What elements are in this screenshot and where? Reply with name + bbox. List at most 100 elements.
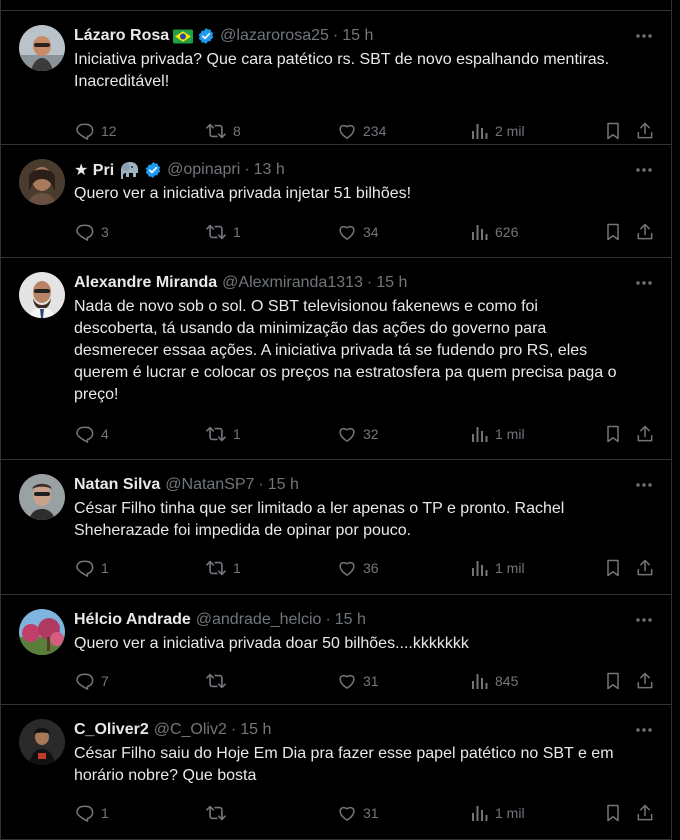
retweet-icon	[206, 673, 226, 689]
like-button[interactable]: 34	[337, 220, 379, 244]
author-name[interactable]: Alexandre Miranda	[74, 274, 217, 292]
bookmark-icon	[607, 223, 619, 241]
more-options-icon[interactable]	[631, 717, 657, 743]
tweet-header: C_Oliver2 @C_Oliv2 · 15 h	[74, 719, 657, 741]
timeline-border-right	[671, 0, 672, 840]
retweet-button[interactable]: 8	[205, 119, 241, 143]
views-button[interactable]: 626	[471, 220, 518, 244]
more-options-icon[interactable]	[631, 23, 657, 49]
share-button[interactable]	[635, 119, 655, 143]
tweet[interactable]: Hélcio Andrade @andrade_helcio · 15 h Qu…	[1, 595, 671, 705]
reply-button[interactable]: 4	[75, 422, 109, 446]
views-chart-icon	[472, 124, 488, 139]
retweet-button[interactable]: 1	[205, 422, 241, 446]
heart-icon	[339, 807, 355, 821]
avatar[interactable]	[19, 159, 65, 205]
share-icon	[637, 559, 653, 576]
avatar[interactable]	[19, 719, 65, 765]
bookmark-button[interactable]	[603, 556, 623, 580]
views-button[interactable]: 2 mil	[471, 119, 525, 143]
retweet-button[interactable]	[205, 669, 233, 693]
share-button[interactable]	[635, 220, 655, 244]
tweet[interactable]: ★ Pri @opinapri · 13 h Quero ver a inici…	[1, 145, 671, 258]
like-button[interactable]: 31	[337, 669, 379, 693]
reply-button[interactable]: 12	[75, 119, 117, 143]
tweet-time[interactable]: 13 h	[254, 161, 285, 179]
tweet-time[interactable]: 15 h	[335, 611, 366, 629]
author-name[interactable]: Lázaro Rosa	[74, 27, 169, 45]
views-button[interactable]: 1 mil	[471, 422, 525, 446]
reply-button[interactable]: 1	[75, 801, 109, 825]
author-handle[interactable]: @lazarorosa25	[220, 27, 329, 45]
share-icon	[637, 672, 653, 689]
share-button[interactable]	[635, 669, 655, 693]
bookmark-button[interactable]	[603, 669, 623, 693]
tweet[interactable]: Natan Silva @NatanSP7 · 15 h César Filho…	[1, 460, 671, 595]
bookmark-button[interactable]	[603, 220, 623, 244]
heart-icon	[339, 125, 355, 139]
tweet-time[interactable]: 15 h	[268, 476, 299, 494]
share-button[interactable]	[635, 556, 655, 580]
author-handle[interactable]: @andrade_helcio	[196, 611, 322, 629]
reply-icon	[76, 426, 94, 443]
like-button[interactable]: 234	[337, 119, 386, 143]
author-handle[interactable]: @Alexmiranda1313	[222, 274, 363, 292]
author-name[interactable]: Natan Silva	[74, 476, 160, 494]
author-name[interactable]: Hélcio Andrade	[74, 611, 191, 629]
retweet-button[interactable]: 1	[205, 220, 241, 244]
separator-dot: ·	[244, 161, 250, 178]
share-icon	[637, 425, 653, 442]
elephant-icon	[118, 161, 140, 179]
avatar[interactable]	[19, 474, 65, 520]
views-count: 1 mil	[495, 805, 525, 821]
more-options-icon[interactable]	[631, 270, 657, 296]
views-button[interactable]: 1 mil	[471, 556, 525, 580]
author-name[interactable]: C_Oliver2	[74, 721, 149, 739]
retweet-icon	[206, 123, 226, 139]
author-handle[interactable]: @opinapri	[167, 161, 240, 179]
separator-dot: ·	[366, 274, 373, 291]
views-button[interactable]: 1 mil	[471, 801, 525, 825]
author-name[interactable]: ★ Pri	[74, 160, 114, 180]
bookmark-button[interactable]	[603, 119, 623, 143]
avatar[interactable]	[19, 25, 65, 71]
more-options-icon[interactable]	[631, 607, 657, 633]
separator-dot: ·	[230, 721, 237, 738]
tweet-text: Iniciativa privada? Que cara patético rs…	[74, 51, 610, 90]
reply-icon	[76, 805, 94, 822]
verified-badge-icon	[197, 27, 215, 45]
retweet-count: 8	[233, 123, 241, 139]
avatar[interactable]	[19, 609, 65, 655]
more-options-icon[interactable]	[631, 472, 657, 498]
tweet[interactable]: Alexandre Miranda @Alexmiranda1313 · 15 …	[1, 258, 671, 460]
tweet-time[interactable]: 15 h	[376, 274, 407, 292]
like-button[interactable]: 36	[337, 556, 379, 580]
like-button[interactable]: 32	[337, 422, 379, 446]
views-chart-icon	[472, 674, 488, 689]
reply-button[interactable]: 1	[75, 556, 109, 580]
separator-dot: ·	[258, 476, 264, 493]
tweet[interactable]: C_Oliver2 @C_Oliv2 · 15 h César Filho sa…	[1, 705, 671, 840]
tweet-actions: 4 1 32 1 mil	[75, 422, 657, 446]
share-button[interactable]	[635, 422, 655, 446]
author-handle[interactable]: @C_Oliv2	[154, 721, 227, 739]
share-button[interactable]	[635, 801, 655, 825]
share-icon	[637, 122, 653, 139]
tweet-time[interactable]: 15 h	[240, 721, 271, 739]
views-button[interactable]: 845	[471, 669, 518, 693]
retweet-button[interactable]	[205, 801, 233, 825]
reply-button[interactable]: 7	[75, 669, 109, 693]
reply-button[interactable]: 3	[75, 220, 109, 244]
views-count: 845	[495, 673, 519, 689]
bookmark-button[interactable]	[603, 422, 623, 446]
retweet-button[interactable]: 1	[205, 556, 241, 580]
bookmark-button[interactable]	[603, 801, 623, 825]
tweet[interactable]: Lázaro Rosa @lazarorosa25 · 15 h Iniciat…	[1, 11, 671, 145]
avatar[interactable]	[19, 272, 65, 318]
views-chart-icon	[472, 806, 488, 821]
tweet-time[interactable]: 15 h	[342, 27, 373, 45]
author-handle[interactable]: @NatanSP7	[165, 476, 254, 494]
more-options-icon[interactable]	[631, 157, 657, 183]
like-button[interactable]: 31	[337, 801, 379, 825]
tweet-actions: 7 31 845	[75, 669, 657, 693]
